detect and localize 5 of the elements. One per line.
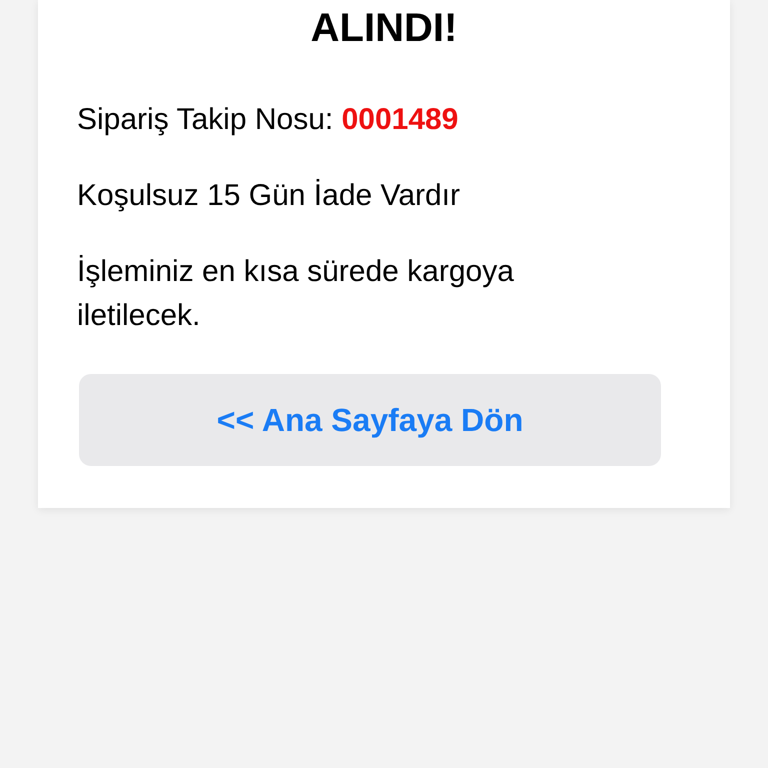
info-text: İşleminiz en kısa sürede kargoya iletilecek. [77,254,515,334]
home-button[interactable]: << Ana Sayfaya Dön [79,374,661,466]
tracking-text: Sipariş Takip Nosu: 0001489 [77,102,460,138]
heading: ALINDI! [310,5,458,52]
info-text: Koşulsuz 15 Gün İade Vardır [77,178,461,214]
